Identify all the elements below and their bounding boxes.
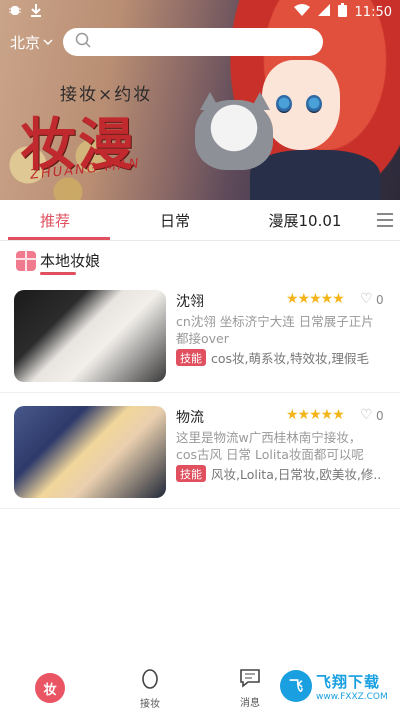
banner-cat [195, 100, 273, 170]
top-bar: 北京 [0, 26, 400, 58]
search-icon [75, 32, 91, 52]
list-item[interactable]: 物流 ★★★★★ ♡ 0 这里是物流w广西桂林南宁接妆，cos古风 日常 Lol… [0, 393, 400, 509]
message-icon [239, 668, 261, 692]
artist-photo[interactable] [14, 406, 166, 498]
artist-description: 这里是物流w广西桂林南宁接妆，cos古风 日常 Lolita妆面都可以呢 [176, 430, 364, 462]
watermark-text: 飞翔下载 [316, 672, 381, 691]
bug-icon [8, 3, 22, 21]
skill-badge: 技能 [176, 349, 206, 366]
nav-jiezhuang[interactable]: 接妆 [100, 664, 200, 712]
tab-recommended[interactable]: 推荐 [0, 200, 110, 240]
signal-icon [317, 4, 330, 20]
artist-name: 沈翎 [176, 294, 204, 310]
city-selector[interactable]: 北京 [10, 32, 53, 53]
heart-icon[interactable]: ♡ [360, 407, 373, 423]
heart-icon[interactable]: ♡ [360, 291, 373, 307]
category-tabs: 推荐 日常 漫展10.01 [0, 200, 400, 241]
banner-character-face [262, 60, 340, 150]
menu-icon[interactable] [370, 200, 400, 240]
artist-description: cn沈翎 坐标济宁大连 日常展子正片都接over [176, 314, 374, 346]
watermark: 飞 飞翔下载 www.FXXZ.COM [280, 666, 396, 706]
nav-home[interactable]: 妆 [0, 664, 100, 712]
status-bar: 11:50 [0, 0, 400, 24]
home-logo-icon: 妆 [35, 673, 65, 703]
list-item[interactable]: 沈翎 ★★★★★ ♡ 0 cn沈翎 坐标济宁大连 日常展子正片都接over 技能… [0, 277, 400, 393]
artist-name: 物流 [176, 410, 204, 426]
section-header: 本地妆娘 [16, 250, 100, 271]
wifi-icon [293, 4, 310, 20]
section-title: 本地妆娘 [40, 252, 101, 270]
download-icon [30, 3, 42, 21]
banner-character-eye [306, 95, 322, 113]
gift-icon [16, 250, 36, 271]
tab-daily[interactable]: 日常 [110, 200, 240, 240]
battery-icon [337, 3, 347, 21]
city-label: 北京 [10, 33, 41, 52]
nav-label: 接妆 [140, 698, 160, 710]
artist-photo[interactable] [14, 290, 166, 382]
search-input[interactable] [97, 34, 318, 50]
like-count: 0 [376, 409, 384, 423]
nav-label: 消息 [240, 697, 260, 709]
banner-character-eye [276, 95, 292, 113]
rating-stars: ★★★★★ [286, 291, 345, 307]
watermark-url: www.FXXZ.COM [316, 691, 388, 702]
section-underline [40, 272, 76, 275]
chevron-down-icon [43, 36, 53, 49]
skill-list: 风妆,Lolita,日常妆,欧美妆,修... [211, 467, 381, 482]
skill-badge: 技能 [176, 465, 206, 482]
tab-comic-con[interactable]: 漫展10.01 [240, 200, 370, 240]
like-count: 0 [376, 293, 384, 307]
search-bar[interactable] [63, 28, 324, 56]
clock: 11:50 [354, 4, 392, 20]
skill-list: cos妆,萌系妆,特效妆,理假毛 [211, 351, 369, 366]
banner-character-dress [250, 150, 380, 200]
egg-icon [140, 667, 160, 693]
rating-stars: ★★★★★ [286, 407, 345, 423]
watermark-logo: 飞 [280, 670, 312, 702]
